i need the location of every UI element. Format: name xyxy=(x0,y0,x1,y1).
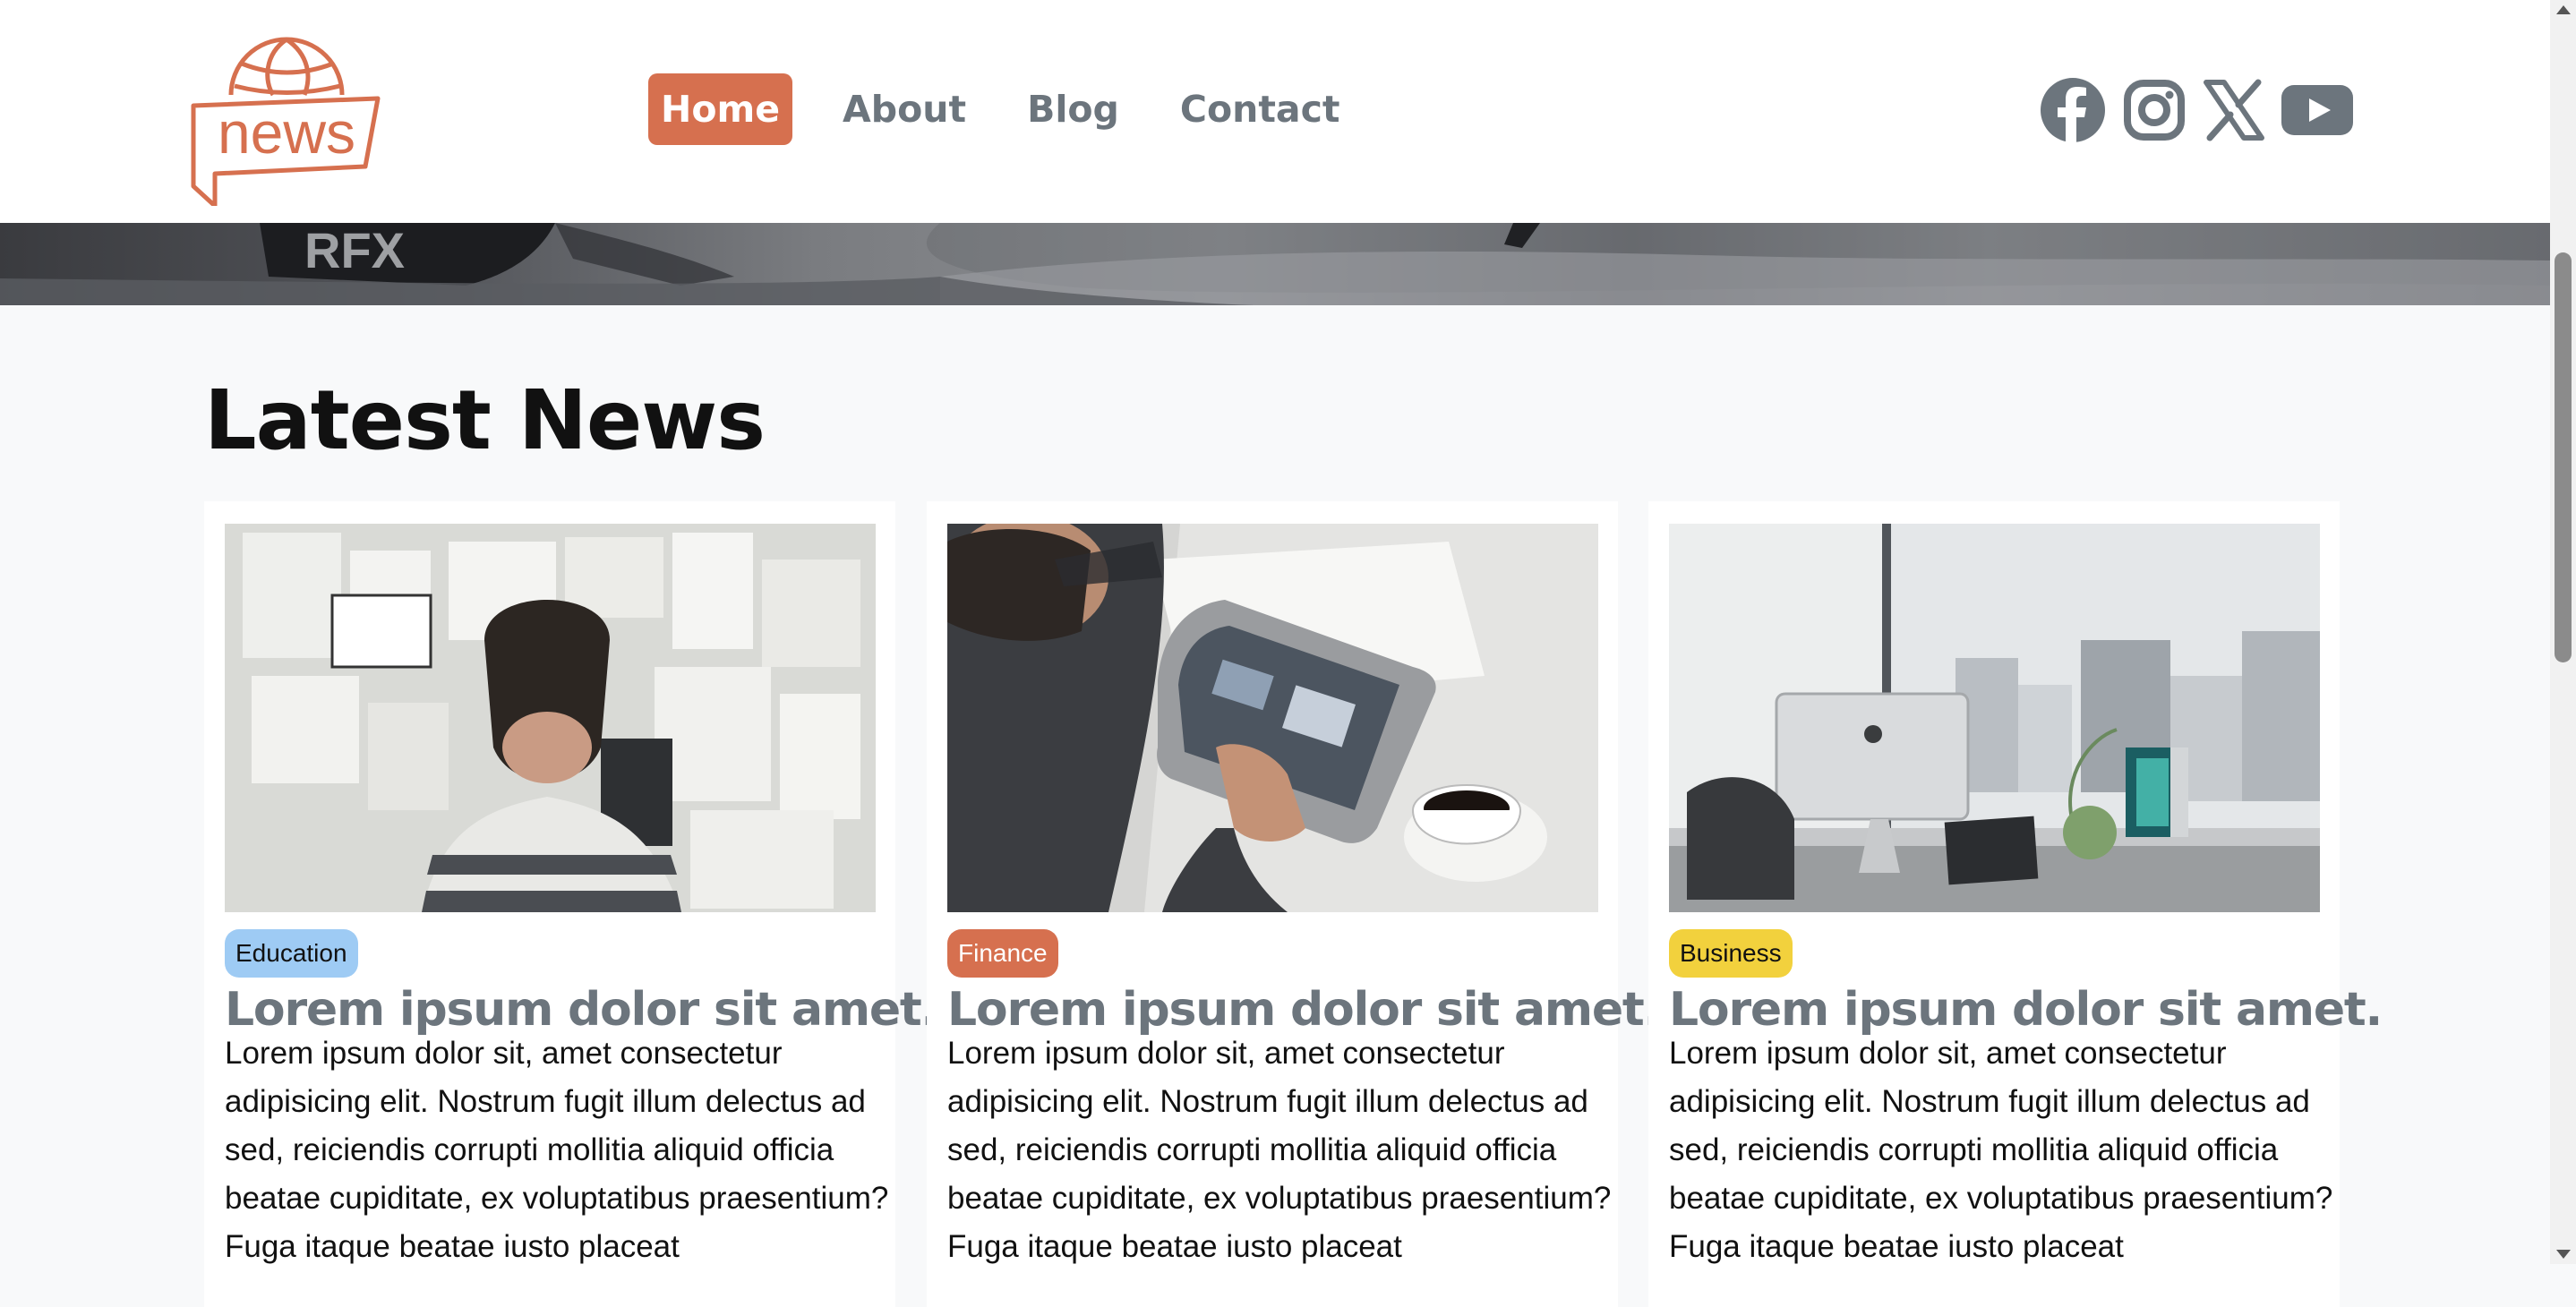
scroll-down-icon[interactable] xyxy=(2556,1250,2571,1259)
scrollbar-thumb[interactable] xyxy=(2555,252,2572,662)
nav-about[interactable]: About xyxy=(830,73,979,145)
card-image xyxy=(947,524,1598,912)
card-excerpt: Lorem ipsum dolor sit, amet consectetur … xyxy=(1669,1036,2333,1264)
page-scrollbar[interactable] xyxy=(2550,0,2576,1264)
social-links xyxy=(2040,77,2369,148)
card-excerpt: Lorem ipsum dolor sit, amet consectetur … xyxy=(225,1036,889,1264)
card-excerpt: Lorem ipsum dolor sit, amet consectetur … xyxy=(947,1036,1612,1264)
section-title: Latest News xyxy=(204,372,766,468)
main-nav: Home About Blog Contact xyxy=(648,73,1389,145)
nav-blog[interactable]: Blog xyxy=(1014,73,1132,145)
category-badge[interactable]: Education xyxy=(225,929,358,978)
nav-contact[interactable]: Contact xyxy=(1168,73,1353,145)
youtube-icon[interactable] xyxy=(2281,85,2353,140)
hero-image: RFX xyxy=(0,223,2550,305)
category-badge[interactable]: Finance xyxy=(947,929,1058,978)
news-logo[interactable]: news xyxy=(179,14,390,209)
site-header: news Home About Blog Contact xyxy=(0,0,2550,223)
svg-text:RFX: RFX xyxy=(304,223,405,278)
news-card[interactable]: Business Lorem ipsum dolor sit amet. Lor… xyxy=(1648,501,2383,1307)
svg-text:news: news xyxy=(218,99,355,166)
instagram-icon[interactable] xyxy=(2122,78,2187,147)
globe-speech-bubble-icon: news xyxy=(191,37,381,209)
news-card[interactable]: Education Lorem ipsum dolor sit amet. Lo… xyxy=(204,501,938,1307)
card-image xyxy=(1669,524,2320,912)
card-image xyxy=(225,524,876,912)
nav-home[interactable]: Home xyxy=(648,73,793,145)
scroll-up-icon[interactable] xyxy=(2556,5,2571,14)
x-icon[interactable] xyxy=(2203,79,2265,146)
facebook-icon[interactable] xyxy=(2040,77,2106,148)
category-badge[interactable]: Business xyxy=(1669,929,1793,978)
news-card[interactable]: Finance Lorem ipsum dolor sit amet. Lore… xyxy=(927,501,1661,1307)
